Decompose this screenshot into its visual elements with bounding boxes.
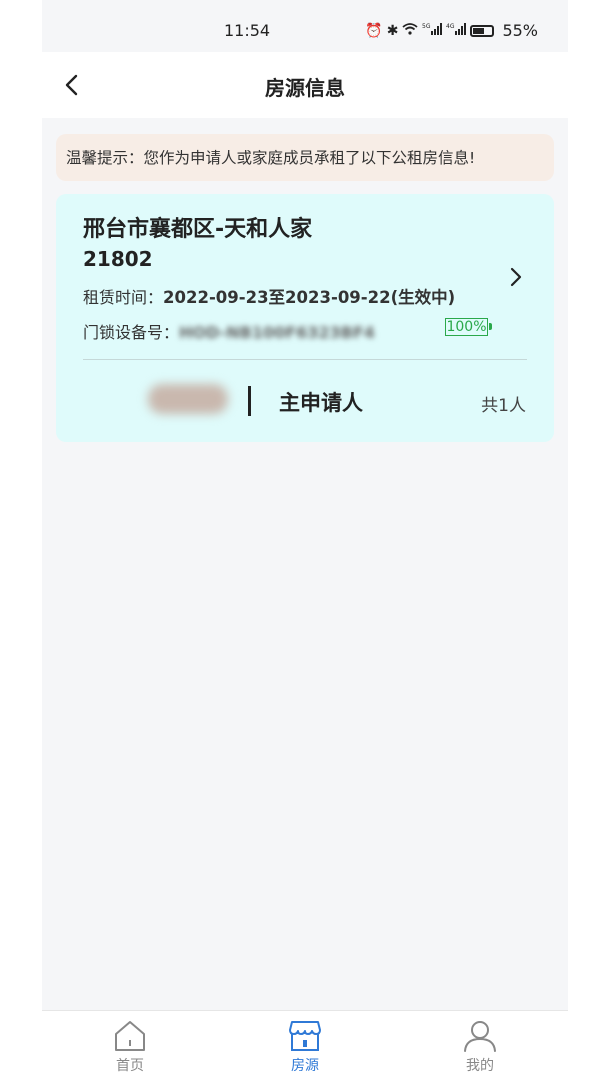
tab-mine[interactable]: 我的 xyxy=(430,1019,530,1075)
store-icon xyxy=(289,1021,321,1051)
nav-bar: 房源信息 xyxy=(42,52,568,118)
tab-home[interactable]: 首页 xyxy=(80,1019,180,1075)
tab-house[interactable]: 房源 xyxy=(255,1019,355,1075)
page-title: 房源信息 xyxy=(265,76,345,100)
5g-signal-icon: 5G xyxy=(422,22,443,39)
tab-home-label: 首页 xyxy=(116,1058,144,1074)
tab-house-label: 房源 xyxy=(291,1058,319,1074)
battery-percent: 55% xyxy=(502,21,538,40)
bluetooth-icon: ✱ xyxy=(386,22,399,39)
household-count: 共1人 xyxy=(481,396,526,416)
lock-battery-badge: 100% xyxy=(445,318,492,336)
lease-row: 租赁时间：2022-09-23至2023-09-22(生效中) xyxy=(83,284,455,308)
chevron-right-icon[interactable] xyxy=(506,264,526,290)
separator-bar xyxy=(248,386,251,416)
user-icon xyxy=(464,1021,496,1052)
lease-value: 2022-09-23至2023-09-22(生效中) xyxy=(163,288,456,307)
tab-mine-label: 我的 xyxy=(466,1058,494,1074)
lock-label: 门锁设备号： xyxy=(83,323,180,342)
status-bar: 11:54 ⏰ ✱ 5G 4G 55% xyxy=(42,0,568,52)
svg-text:5G: 5G xyxy=(422,23,431,30)
property-name: 邢台市襄都区-天和人家 xyxy=(83,217,313,242)
applicant-role: 主申请人 xyxy=(279,391,363,415)
status-time: 11:54 xyxy=(224,21,271,40)
tab-bar: 首页 房源 我的 xyxy=(42,1010,568,1080)
divider xyxy=(83,359,527,360)
tip-banner: 温馨提示：您作为申请人或家庭成员承租了以下公租房信息! xyxy=(56,134,554,181)
property-card[interactable]: 邢台市襄都区-天和人家 21802 租赁时间：2022-09-23至2023-0… xyxy=(56,194,554,442)
wifi-icon xyxy=(402,22,419,39)
lock-row: 门锁设备号：HOD-NB100F6323BF4 xyxy=(83,319,375,343)
room-number: 21802 xyxy=(83,247,153,271)
4g-signal-icon: 4G xyxy=(446,22,467,39)
app-screen: 11:54 ⏰ ✱ 5G 4G 55% 房源信息 温馨提示：您作为申请人或家庭成… xyxy=(42,0,568,1080)
alarm-icon: ⏰ xyxy=(365,22,383,39)
svg-text:4G: 4G xyxy=(446,23,455,30)
status-icons: ⏰ ✱ 5G 4G 55% xyxy=(365,21,538,40)
lock-id: HOD-NB100F6323BF4 xyxy=(179,323,375,342)
home-icon xyxy=(115,1021,145,1051)
lease-label: 租赁时间： xyxy=(83,288,164,307)
applicant-name-blurred xyxy=(148,384,228,414)
battery-icon xyxy=(470,24,495,37)
